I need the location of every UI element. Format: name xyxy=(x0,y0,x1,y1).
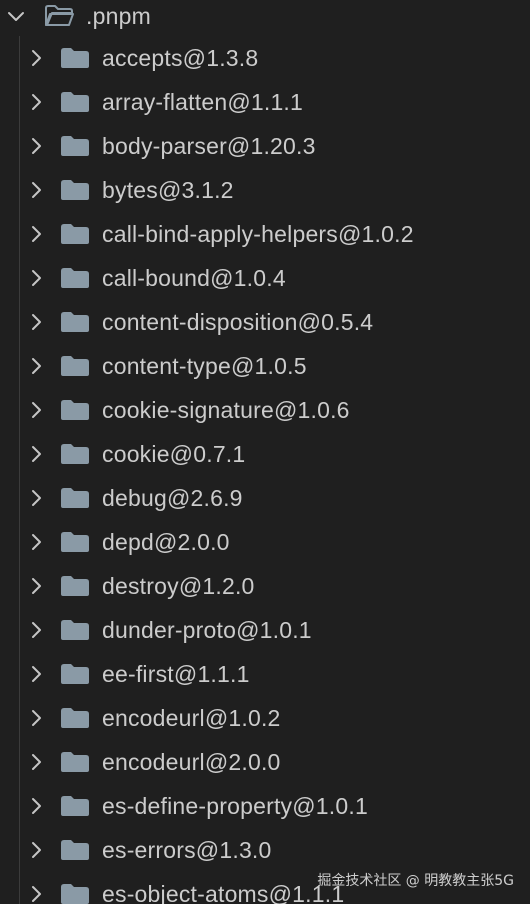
chevron-right-icon[interactable] xyxy=(26,796,46,816)
folder-label: es-errors@1.3.0 xyxy=(102,837,272,863)
file-explorer-tree: .pnpm accepts@1.3.8 array-flatten@1.1.1 bo… xyxy=(0,0,530,904)
chevron-right-icon[interactable] xyxy=(26,752,46,772)
tree-row-es-define-property-1-0-1[interactable]: es-define-property@1.0.1 xyxy=(0,784,530,828)
folder-icon xyxy=(60,135,90,157)
folder-label: call-bind-apply-helpers@1.0.2 xyxy=(102,221,414,247)
chevron-right-icon[interactable] xyxy=(26,444,46,464)
folder-label: debug@2.6.9 xyxy=(102,485,243,511)
folder-label: dunder-proto@1.0.1 xyxy=(102,617,312,643)
folder-icon xyxy=(60,311,90,333)
tree-row-encodeurl-2-0-0[interactable]: encodeurl@2.0.0 xyxy=(0,740,530,784)
chevron-right-icon[interactable] xyxy=(26,48,46,68)
chevron-right-icon[interactable] xyxy=(26,840,46,860)
chevron-right-icon[interactable] xyxy=(26,532,46,552)
chevron-right-icon[interactable] xyxy=(26,312,46,332)
folder-label: array-flatten@1.1.1 xyxy=(102,89,304,115)
folder-icon xyxy=(60,663,90,685)
folder-label: es-object-atoms@1.1.1 xyxy=(102,881,345,904)
folder-icon xyxy=(60,839,90,861)
chevron-right-icon[interactable] xyxy=(26,620,46,640)
tree-row-bytes-3-1-2[interactable]: bytes@3.1.2 xyxy=(0,168,530,212)
folder-icon xyxy=(60,619,90,641)
folder-icon xyxy=(60,883,90,904)
chevron-right-icon[interactable] xyxy=(26,180,46,200)
chevron-right-icon[interactable] xyxy=(26,488,46,508)
tree-row-cookie-signature-1-0-6[interactable]: cookie-signature@1.0.6 xyxy=(0,388,530,432)
folder-open-icon xyxy=(44,5,74,27)
folder-label: body-parser@1.20.3 xyxy=(102,133,316,159)
folder-icon xyxy=(60,267,90,289)
folder-icon xyxy=(60,47,90,69)
folder-label: depd@2.0.0 xyxy=(102,529,230,555)
tree-row-call-bind-apply-helpers-1-0-2[interactable]: call-bind-apply-helpers@1.0.2 xyxy=(0,212,530,256)
tree-row-debug-2-6-9[interactable]: debug@2.6.9 xyxy=(0,476,530,520)
chevron-down-icon[interactable] xyxy=(6,6,26,26)
folder-icon xyxy=(60,487,90,509)
folder-icon xyxy=(60,707,90,729)
chevron-right-icon[interactable] xyxy=(26,576,46,596)
chevron-right-icon[interactable] xyxy=(26,884,46,904)
chevron-right-icon[interactable] xyxy=(26,664,46,684)
tree-row-content-disposition-0-5-4[interactable]: content-disposition@0.5.4 xyxy=(0,300,530,344)
folder-label: bytes@3.1.2 xyxy=(102,177,234,203)
tree-row-body-parser-1-20-3[interactable]: body-parser@1.20.3 xyxy=(0,124,530,168)
chevron-right-icon[interactable] xyxy=(26,400,46,420)
chevron-right-icon[interactable] xyxy=(26,92,46,112)
folder-label: cookie-signature@1.0.6 xyxy=(102,397,350,423)
folder-icon xyxy=(60,91,90,113)
folder-label: ee-first@1.1.1 xyxy=(102,661,250,687)
tree-row-call-bound-1-0-4[interactable]: call-bound@1.0.4 xyxy=(0,256,530,300)
folder-icon xyxy=(60,355,90,377)
tree-row-cookie-0-7-1[interactable]: cookie@0.7.1 xyxy=(0,432,530,476)
chevron-right-icon[interactable] xyxy=(26,268,46,288)
watermark: 掘金技术社区 @ 明教教主张5G xyxy=(317,873,514,889)
folder-icon xyxy=(60,443,90,465)
folder-icon xyxy=(60,531,90,553)
tree-row-es-errors-1-3-0[interactable]: es-errors@1.3.0 xyxy=(0,828,530,872)
tree-row-depd-2-0-0[interactable]: depd@2.0.0 xyxy=(0,520,530,564)
tree-row-ee-first-1-1-1[interactable]: ee-first@1.1.1 xyxy=(0,652,530,696)
folder-label: accepts@1.3.8 xyxy=(102,45,259,71)
folder-icon xyxy=(60,223,90,245)
tree-row-content-type-1-0-5[interactable]: content-type@1.0.5 xyxy=(0,344,530,388)
folder-label: content-type@1.0.5 xyxy=(102,353,307,379)
folder-label: encodeurl@2.0.0 xyxy=(102,749,281,775)
tree-row-dunder-proto-1-0-1[interactable]: dunder-proto@1.0.1 xyxy=(0,608,530,652)
folder-icon xyxy=(60,399,90,421)
folder-icon xyxy=(60,575,90,597)
folder-label: cookie@0.7.1 xyxy=(102,441,246,467)
tree-row-encodeurl-1-0-2[interactable]: encodeurl@1.0.2 xyxy=(0,696,530,740)
folder-icon xyxy=(60,751,90,773)
tree-row-array-flatten-1-1-1[interactable]: array-flatten@1.1.1 xyxy=(0,80,530,124)
chevron-right-icon[interactable] xyxy=(26,136,46,156)
folder-icon xyxy=(60,795,90,817)
tree-row-accepts-1-3-8[interactable]: accepts@1.3.8 xyxy=(0,36,530,80)
chevron-right-icon[interactable] xyxy=(26,708,46,728)
chevron-right-icon[interactable] xyxy=(26,356,46,376)
tree-row-pnpm[interactable]: .pnpm xyxy=(0,0,530,38)
tree-row-destroy-1-2-0[interactable]: destroy@1.2.0 xyxy=(0,564,530,608)
folder-label: .pnpm xyxy=(86,3,151,29)
chevron-right-icon[interactable] xyxy=(26,224,46,244)
folder-label: es-define-property@1.0.1 xyxy=(102,793,368,819)
folder-label: destroy@1.2.0 xyxy=(102,573,255,599)
folder-icon xyxy=(60,179,90,201)
folder-label: content-disposition@0.5.4 xyxy=(102,309,374,335)
folder-label: encodeurl@1.0.2 xyxy=(102,705,281,731)
folder-label: call-bound@1.0.4 xyxy=(102,265,286,291)
